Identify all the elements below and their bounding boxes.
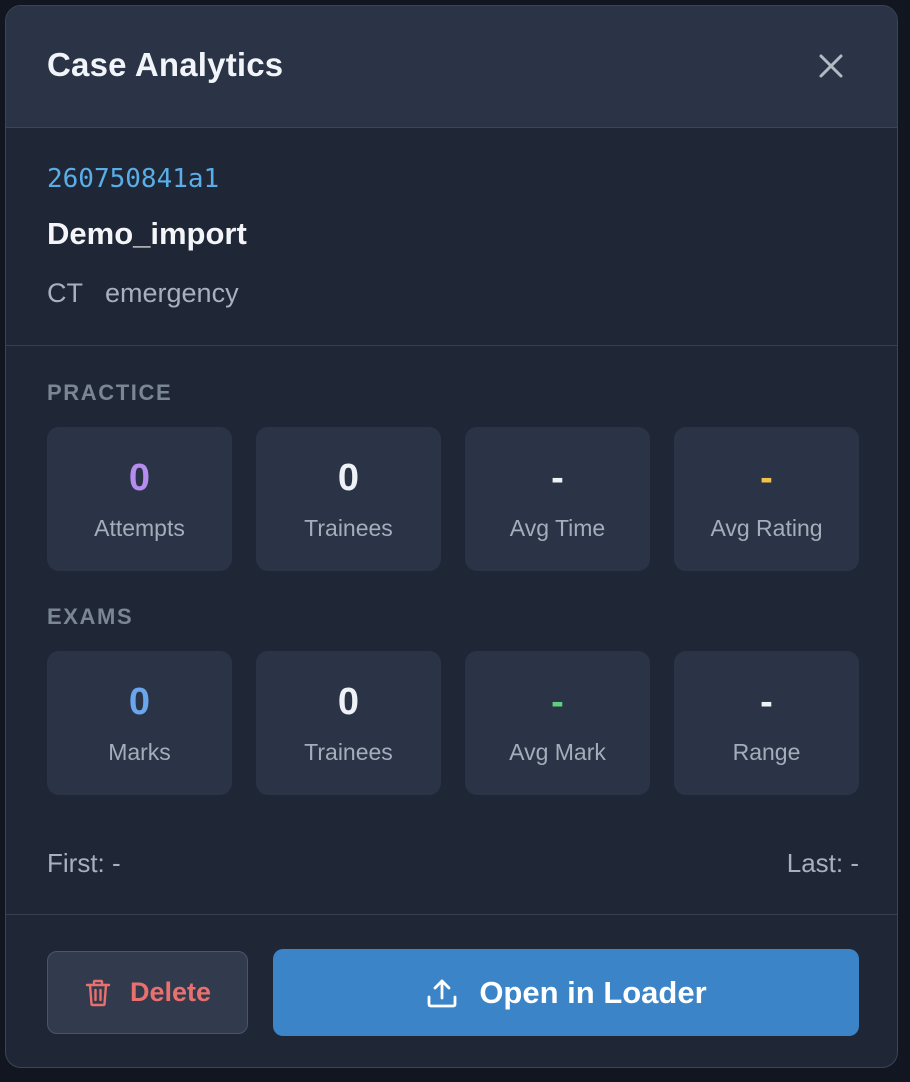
exam-stats: 0 Marks 0 Trainees - Avg Mark - Range <box>47 651 859 795</box>
case-info: 260750841a1 Demo_import CT emergency <box>6 128 897 346</box>
stat-card-attempts: 0 Attempts <box>47 427 232 571</box>
stat-value: 0 <box>128 457 151 499</box>
case-name: Demo_import <box>47 216 247 251</box>
tag-modality: CT <box>47 278 83 308</box>
case-tags: CT emergency <box>47 278 239 309</box>
close-icon <box>819 54 843 78</box>
stat-value: - <box>551 681 564 723</box>
stat-label: Range <box>732 739 801 765</box>
stat-card-avg-rating: - Avg Rating <box>674 427 859 571</box>
stat-label: Avg Rating <box>710 515 823 541</box>
stat-card-marks: 0 Marks <box>47 651 232 795</box>
case-id: 260750841a1 <box>47 164 220 194</box>
open-in-loader-button[interactable]: Open in Loader <box>273 949 859 1036</box>
practice-stats: 0 Attempts 0 Trainees - Avg Time - Avg R… <box>47 427 859 571</box>
stat-value: - <box>551 457 564 499</box>
stat-card-avg-time: - Avg Time <box>465 427 650 571</box>
last-date: Last: - <box>786 848 859 878</box>
first-date: First: - <box>47 848 121 878</box>
stat-label: Avg Time <box>509 515 606 541</box>
exams-section-label: EXAMS <box>47 604 134 629</box>
modal-header: Case Analytics <box>6 6 897 128</box>
stat-label: Trainees <box>304 739 393 765</box>
open-in-loader-label: Open in Loader <box>479 974 707 1010</box>
delete-button[interactable]: Delete <box>47 951 248 1034</box>
close-button[interactable] <box>811 46 851 86</box>
case-analytics-modal: Case Analytics 260750841a1 Demo_import C… <box>5 5 898 1068</box>
modal-footer: Delete Open in Loader <box>6 914 897 1067</box>
delete-label: Delete <box>129 977 212 1007</box>
stat-label: Trainees <box>304 515 393 541</box>
stat-value: - <box>760 681 773 723</box>
stat-value: - <box>760 457 773 499</box>
practice-section-label: PRACTICE <box>47 380 173 405</box>
stat-label: Attempts <box>94 515 185 541</box>
stat-value: 0 <box>337 457 360 499</box>
tag-category: emergency <box>105 278 239 308</box>
stat-card-exam-trainees: 0 Trainees <box>256 651 441 795</box>
stat-value: 0 <box>337 681 360 723</box>
upload-icon <box>425 976 459 1010</box>
stat-card-range: - Range <box>674 651 859 795</box>
trash-icon <box>84 978 112 1008</box>
stat-card-trainees: 0 Trainees <box>256 427 441 571</box>
stat-value: 0 <box>128 681 151 723</box>
modal-title: Case Analytics <box>47 46 284 83</box>
stat-label: Avg Mark <box>509 739 606 765</box>
stat-card-avg-mark: - Avg Mark <box>465 651 650 795</box>
stat-label: Marks <box>108 739 171 765</box>
